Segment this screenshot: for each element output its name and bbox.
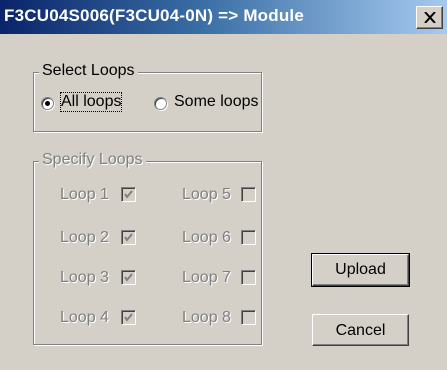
upload-button[interactable]: Upload (311, 253, 410, 287)
select-loops-group: Select Loops All loops Some loops (33, 62, 262, 132)
loop-7-checkbox[interactable] (241, 270, 256, 285)
close-button[interactable] (416, 6, 443, 29)
all-loops-radio[interactable] (41, 97, 54, 110)
some-loops-label[interactable]: Some loops (174, 93, 259, 111)
loop-8-checkbox[interactable] (241, 310, 256, 325)
specify-loops-legend: Specify Loops (39, 151, 146, 169)
loop-2-checkbox[interactable] (121, 230, 136, 245)
close-icon (424, 12, 436, 23)
checkmark-icon (124, 190, 133, 199)
loop-8-label: Loop 8 (182, 309, 231, 326)
all-loops-label[interactable]: All loops (59, 92, 123, 112)
loop-4-label: Loop 4 (60, 309, 109, 326)
radio-selected-dot (45, 101, 50, 106)
loop-6-checkbox[interactable] (241, 230, 256, 245)
loop-3-checkbox[interactable] (121, 270, 136, 285)
loop-5-label: Loop 5 (182, 186, 231, 203)
window-title: F3CU04S006(F3CU04-0N) => Module (4, 6, 305, 25)
specify-loops-group: Specify Loops Loop 1 Loop 2 Loop 3 Loop … (33, 151, 262, 345)
title-bar[interactable]: F3CU04S006(F3CU04-0N) => Module (0, 0, 447, 34)
loop-2-label: Loop 2 (60, 229, 109, 246)
loop-1-checkbox[interactable] (121, 187, 136, 202)
checkmark-icon (124, 233, 133, 242)
checkmark-icon (124, 313, 133, 322)
dialog-window: F3CU04S006(F3CU04-0N) => Module Select L… (0, 0, 447, 370)
select-loops-legend: Select Loops (39, 62, 138, 80)
loop-5-checkbox[interactable] (241, 187, 256, 202)
loop-4-checkbox[interactable] (121, 310, 136, 325)
some-loops-radio[interactable] (154, 97, 167, 110)
loop-3-label: Loop 3 (60, 269, 109, 286)
checkmark-icon (124, 273, 133, 282)
loop-1-label: Loop 1 (60, 186, 109, 203)
cancel-button[interactable]: Cancel (312, 314, 409, 346)
loop-6-label: Loop 6 (182, 229, 231, 246)
loop-7-label: Loop 7 (182, 269, 231, 286)
